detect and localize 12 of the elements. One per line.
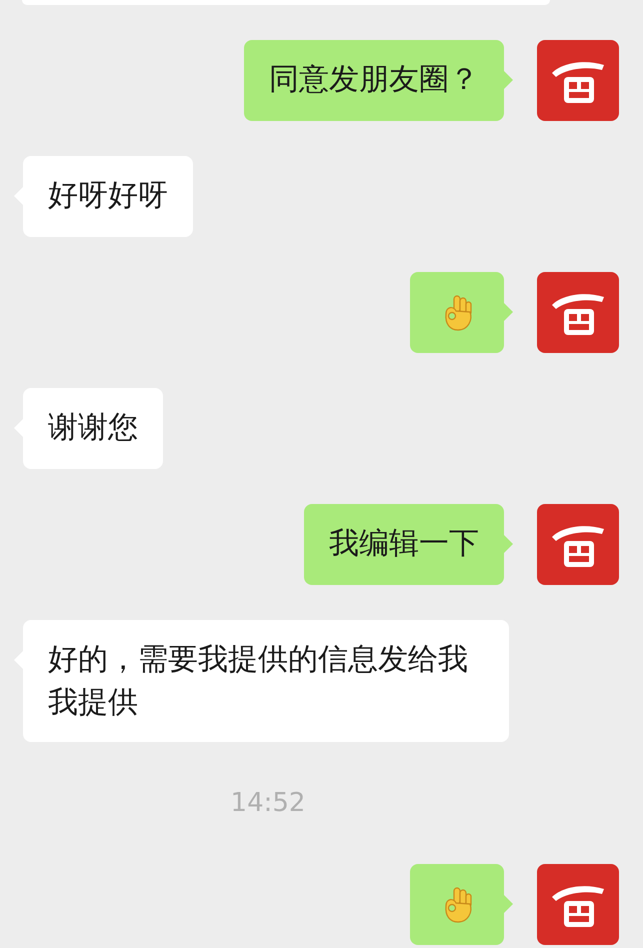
bubble-tail [504, 535, 513, 553]
avatar[interactable] [537, 504, 619, 585]
avatar[interactable] [537, 864, 619, 945]
message-bubble: 我编辑一下 [304, 504, 504, 585]
message-bubble: 谢谢您 [23, 388, 163, 469]
bubble-tail [504, 71, 513, 89]
message-bubble: 好呀好呀 [23, 156, 193, 237]
avatar[interactable] [537, 272, 619, 353]
message-bubble: 好的，需要我提供的信息发给我我提供 [23, 620, 509, 742]
message-bubble: 同意发朋友圈？ [244, 40, 504, 121]
avatar[interactable] [537, 40, 619, 121]
timestamp: 14:52 [230, 787, 306, 819]
